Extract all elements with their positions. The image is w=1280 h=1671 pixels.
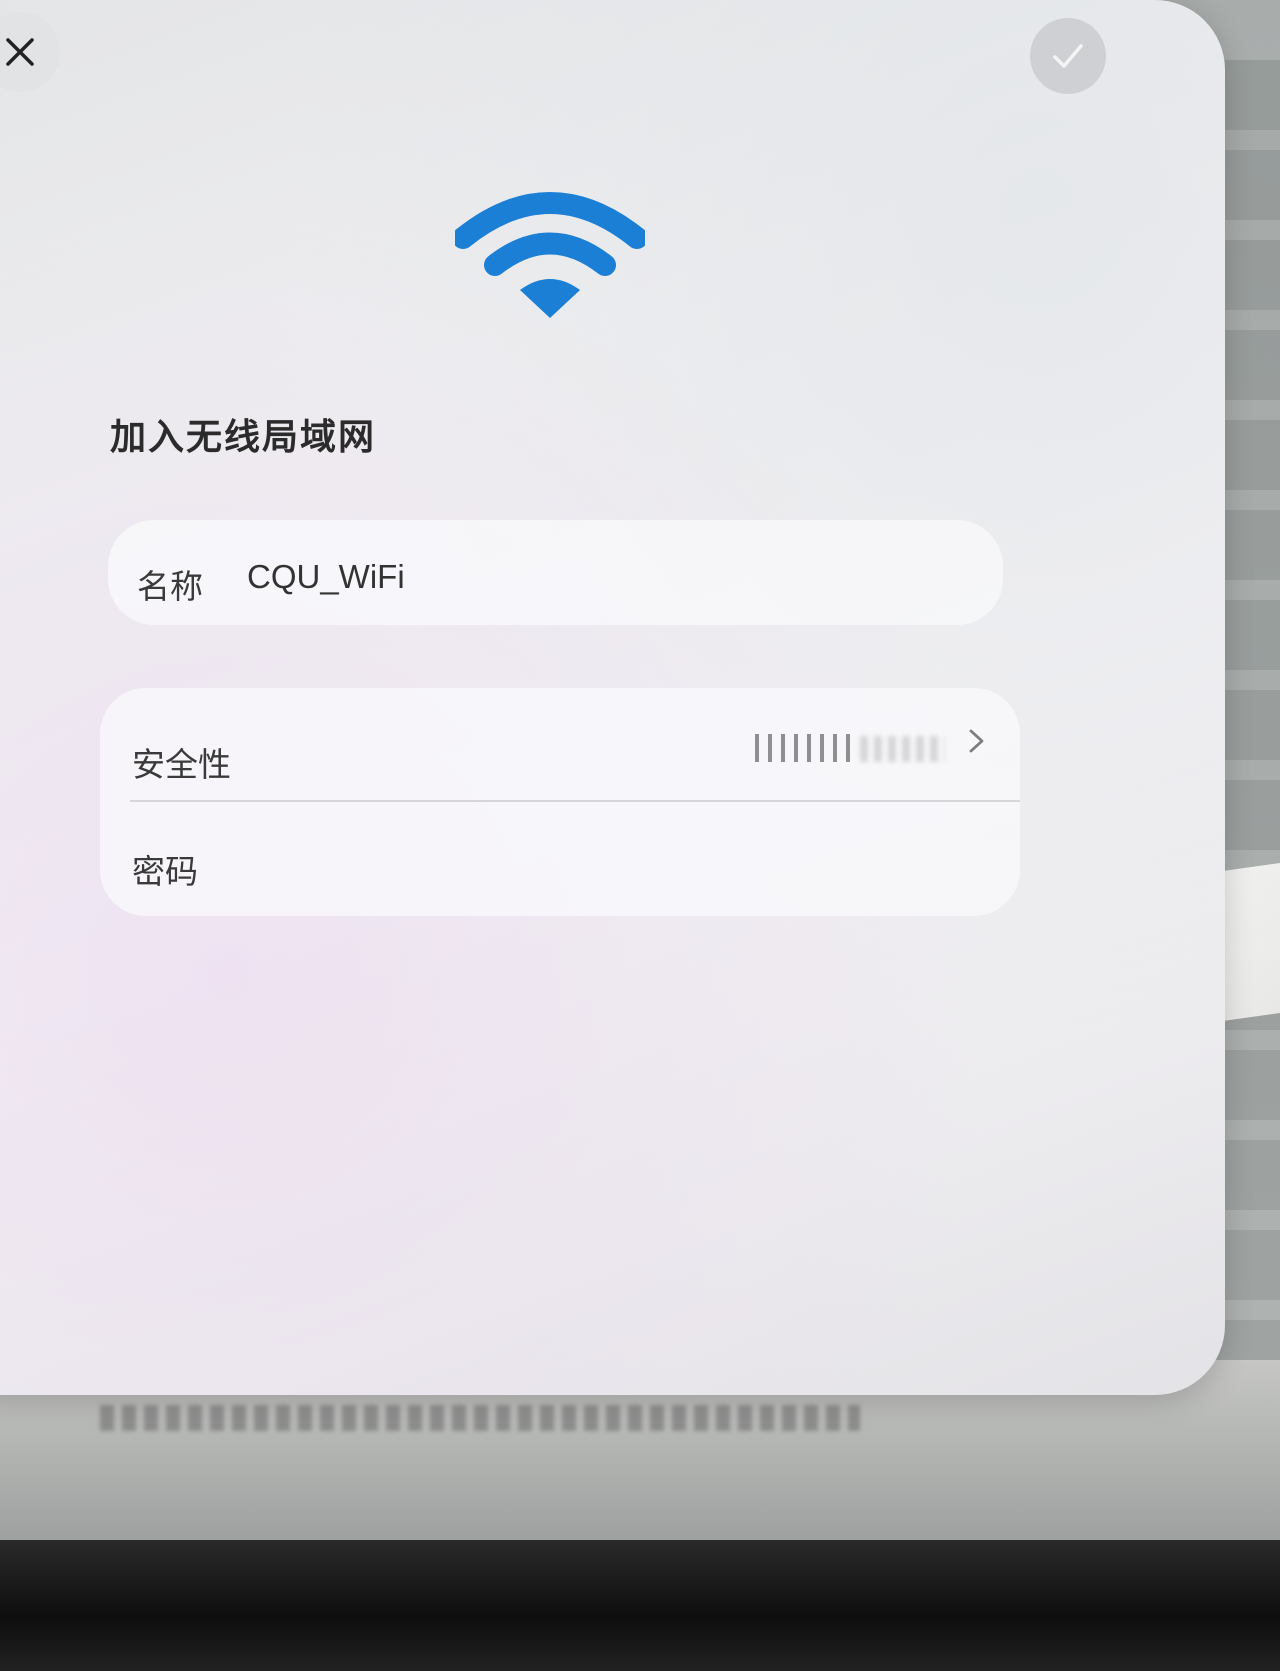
background-obscured-text xyxy=(100,1405,860,1431)
confirm-button[interactable] xyxy=(1030,18,1106,94)
wifi-icon xyxy=(452,190,648,320)
dialog-title: 加入无线局域网 xyxy=(110,417,377,458)
chevron-right-icon xyxy=(969,729,984,753)
password-input[interactable] xyxy=(260,845,960,885)
row-divider xyxy=(130,800,1020,802)
security-value[interactable] xyxy=(755,728,945,764)
device-bezel xyxy=(0,1540,1280,1671)
network-name-value[interactable]: CQU_WiFi xyxy=(247,558,405,596)
network-name-label: 名称 xyxy=(137,567,203,606)
close-icon xyxy=(6,38,34,66)
network-name-card xyxy=(108,520,1003,625)
security-row-button[interactable] xyxy=(965,726,989,756)
security-label: 安全性 xyxy=(132,745,231,784)
obscured-security-text-blur xyxy=(860,736,945,762)
checkmark-icon xyxy=(1053,44,1083,68)
obscured-security-text xyxy=(755,734,855,762)
password-label: 密码 xyxy=(132,852,198,891)
